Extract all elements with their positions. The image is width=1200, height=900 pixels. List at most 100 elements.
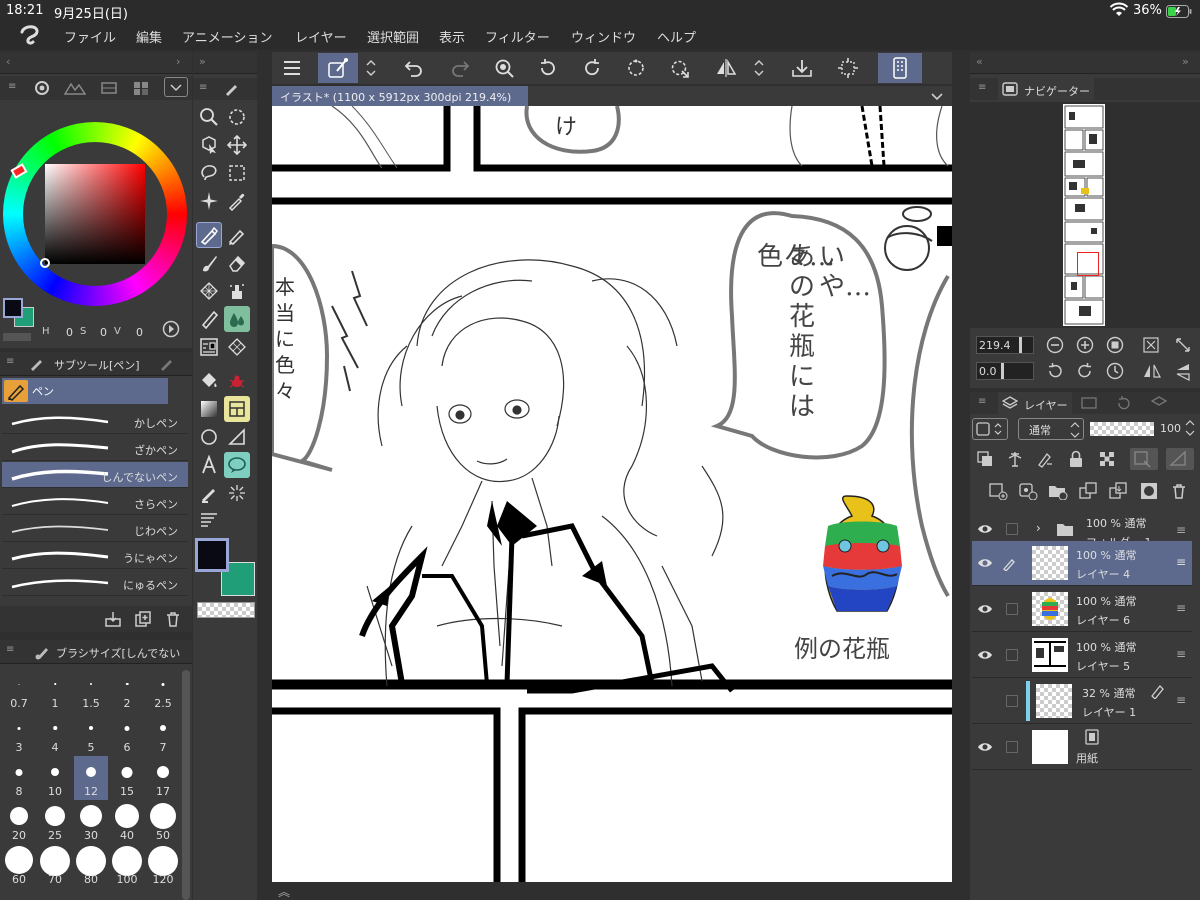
layer-color-toggle[interactable] <box>972 418 1008 440</box>
color-history-tab-icon[interactable] <box>132 80 150 96</box>
brush-size-cell-70[interactable]: 70 <box>38 844 72 888</box>
pencil-tool-icon[interactable] <box>224 222 250 248</box>
color-mode-toggle-icon[interactable] <box>162 320 180 338</box>
rect-select-tool-icon[interactable] <box>224 160 250 186</box>
expand-bottom-icon[interactable]: ︽ <box>278 883 290 900</box>
lock-layer-icon[interactable] <box>1068 450 1084 468</box>
gradient-tool-icon[interactable] <box>196 396 222 422</box>
brush-item-sara[interactable]: さらペン <box>2 489 188 515</box>
airbrush-tool-icon[interactable] <box>196 278 222 304</box>
layer-drag-handle-icon[interactable]: ≡ <box>1176 523 1186 537</box>
menu-window[interactable]: ウィンドウ <box>571 27 636 46</box>
zoom-field[interactable]: 219.4 <box>976 336 1034 354</box>
zoom-in-icon[interactable] <box>1076 336 1094 354</box>
figure-tool-icon[interactable] <box>196 334 222 360</box>
object-tool-icon[interactable] <box>196 132 222 158</box>
redo-icon[interactable] <box>446 55 474 81</box>
move-layer-tool-icon[interactable] <box>224 132 250 158</box>
brush-size-cell-20[interactable]: 20 <box>2 800 36 844</box>
clip-to-layer-below-icon[interactable] <box>976 450 994 468</box>
new-vector-layer-icon[interactable] <box>1018 482 1038 500</box>
tool-tab-pen-icon[interactable] <box>223 81 241 97</box>
brush-item-jiwa[interactable]: じわペン <box>2 516 188 542</box>
duplicate-subtool-icon[interactable] <box>134 610 152 628</box>
subtool-group-selected[interactable]: ペン <box>2 378 168 404</box>
visibility-eye-icon[interactable] <box>977 523 993 535</box>
grip-icon[interactable]: ≡ <box>8 81 16 92</box>
lasso-tool-icon[interactable] <box>196 160 222 186</box>
layer-property-tab-icon[interactable] <box>1080 396 1098 410</box>
brush-size-tab-label[interactable]: ブラシサイズ[しんでない <box>56 645 180 661</box>
watercolor-tool-icon[interactable] <box>224 306 250 332</box>
layer-select-checkbox[interactable] <box>1006 695 1018 707</box>
updown-chevron-icon[interactable] <box>750 55 768 81</box>
expand-right-icon[interactable]: » <box>1182 55 1189 68</box>
brush-item-kashi[interactable]: かしペン <box>2 408 188 434</box>
undo-icon[interactable] <box>400 55 428 81</box>
brush-item-shindenai-selected[interactable]: しんでないペン <box>2 462 188 488</box>
menu-selection[interactable]: 選択範囲 <box>367 27 419 46</box>
visibility-eye-icon[interactable] <box>977 741 993 753</box>
brush-item-unya[interactable]: うにゃペン <box>2 543 188 569</box>
transparent-color-swatch[interactable] <box>3 333 31 341</box>
brush-size-cell-3[interactable]: 3 <box>2 712 36 756</box>
text-tool-icon[interactable] <box>196 452 222 478</box>
sv-picker-handle[interactable] <box>40 258 50 268</box>
flow-line-tool-icon[interactable] <box>196 508 222 534</box>
angle-field[interactable]: 0.0 <box>976 362 1034 380</box>
layer-row-layer-5[interactable]: 100 % 通常 レイヤー 5 ≡ <box>972 633 1192 678</box>
brush-size-cell-10[interactable]: 10 <box>38 756 72 800</box>
brush-size-cell-4[interactable]: 4 <box>38 712 72 756</box>
flip-vertical-icon[interactable] <box>1174 362 1192 382</box>
brush-size-cell-25[interactable]: 25 <box>38 800 72 844</box>
correct-line-tool-icon[interactable] <box>196 480 222 506</box>
grip-icon[interactable]: ≡ <box>6 356 14 367</box>
rotate-left-icon[interactable] <box>1046 362 1064 380</box>
rotate-right-icon[interactable] <box>1076 362 1094 380</box>
canvas-tab[interactable]: イラスト* (1100 x 5912px 300dpi 219.4%) <box>272 86 528 106</box>
brush-size-cell-120[interactable]: 120 <box>146 844 180 888</box>
angle-slider-handle[interactable] <box>1001 363 1004 379</box>
folder-expand-chevron-icon[interactable]: › <box>1036 521 1041 535</box>
layer-drag-handle-icon[interactable]: ≡ <box>1176 647 1186 661</box>
brush-size-cell-17[interactable]: 17 <box>146 756 180 800</box>
menu-animation[interactable]: アニメーション <box>182 27 272 46</box>
flip-horizontal-icon[interactable] <box>1142 362 1162 380</box>
layer-mask-icon[interactable] <box>1140 482 1158 500</box>
brush-size-cell-50[interactable]: 50 <box>146 800 180 844</box>
import-subtool-icon[interactable] <box>104 610 122 628</box>
menu-filter[interactable]: フィルター <box>485 27 550 46</box>
panel-menu-dropdown-icon[interactable] <box>164 77 188 97</box>
speed-line-tool-icon[interactable] <box>224 480 250 506</box>
menu-help[interactable]: ヘルプ <box>657 27 696 46</box>
expand-right-icon[interactable]: » <box>199 55 206 68</box>
brush-size-cell-40[interactable]: 40 <box>110 800 144 844</box>
layer-search-tab-icon[interactable] <box>1150 396 1168 410</box>
transparent-color-button[interactable] <box>197 602 255 618</box>
layer-row-layer-4-selected[interactable]: 100 % 通常 レイヤー 4 ≡ <box>972 541 1192 586</box>
save-icon[interactable] <box>788 55 816 81</box>
brush-size-cell-5[interactable]: 5 <box>74 712 108 756</box>
visibility-eye-icon[interactable] <box>977 649 993 661</box>
zoom-out-icon[interactable] <box>1046 336 1064 354</box>
modifier-key-icon[interactable] <box>318 53 358 83</box>
canvas-tab-dropdown-icon[interactable] <box>928 87 946 105</box>
smartphone-mode-icon[interactable] <box>878 53 922 83</box>
rotate-right-icon[interactable] <box>578 55 606 81</box>
flip-horizontal-icon[interactable] <box>712 55 740 81</box>
reset-rotation-icon[interactable] <box>622 55 650 81</box>
navigator-view-frame[interactable] <box>1077 252 1099 276</box>
reference-layer-icon[interactable] <box>1006 450 1024 468</box>
figure-circle-tool-icon[interactable] <box>196 424 222 450</box>
layer-select-checkbox[interactable] <box>1006 523 1018 535</box>
opacity-slider[interactable] <box>1090 422 1154 436</box>
rotate-left-icon[interactable] <box>534 55 562 81</box>
menu-view[interactable]: 表示 <box>439 27 465 46</box>
grip-icon[interactable]: ≡ <box>199 82 207 93</box>
app-logo-icon[interactable] <box>18 24 42 46</box>
new-folder-icon[interactable] <box>1048 482 1068 500</box>
brush-size-cell-30[interactable]: 30 <box>74 800 108 844</box>
color-set-tab-icon[interactable] <box>100 80 118 96</box>
updown-chevron-icon[interactable] <box>362 55 380 81</box>
brush-size-scrollbar[interactable] <box>182 670 190 900</box>
